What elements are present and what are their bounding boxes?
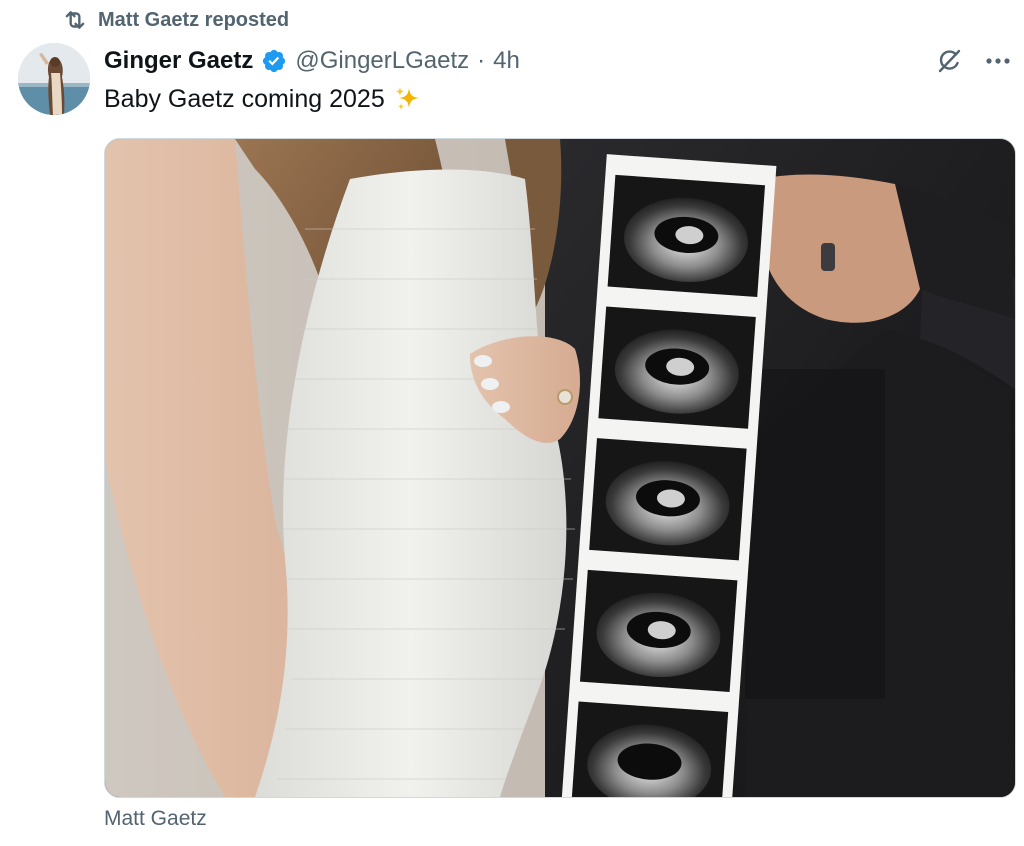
tweet-actions xyxy=(934,44,1012,78)
media-caption[interactable]: Matt Gaetz xyxy=(104,804,207,834)
repost-text: Matt Gaetz reposted xyxy=(98,8,290,31)
tweet-media-photo[interactable] xyxy=(104,138,1016,798)
header-separator: · xyxy=(477,47,486,74)
tweet-text: Baby Gaetz coming 2025 xyxy=(104,82,423,116)
tweet-timestamp[interactable]: 4h xyxy=(493,47,520,75)
author-handle[interactable]: @GingerLGaetz xyxy=(295,47,469,75)
avatar[interactable] xyxy=(18,43,90,115)
sparkles-icon xyxy=(393,84,423,114)
author-display-name[interactable]: Ginger Gaetz xyxy=(104,47,253,75)
repost-indicator[interactable]: Matt Gaetz reposted xyxy=(62,6,289,34)
grok-icon[interactable] xyxy=(934,46,964,76)
tweet-header: Ginger Gaetz @GingerLGaetz · 4h xyxy=(104,44,520,78)
more-icon[interactable] xyxy=(984,47,1012,75)
tweet-body: Baby Gaetz coming 2025 xyxy=(104,85,385,113)
repost-icon xyxy=(62,7,88,33)
verified-badge-icon xyxy=(261,48,287,74)
